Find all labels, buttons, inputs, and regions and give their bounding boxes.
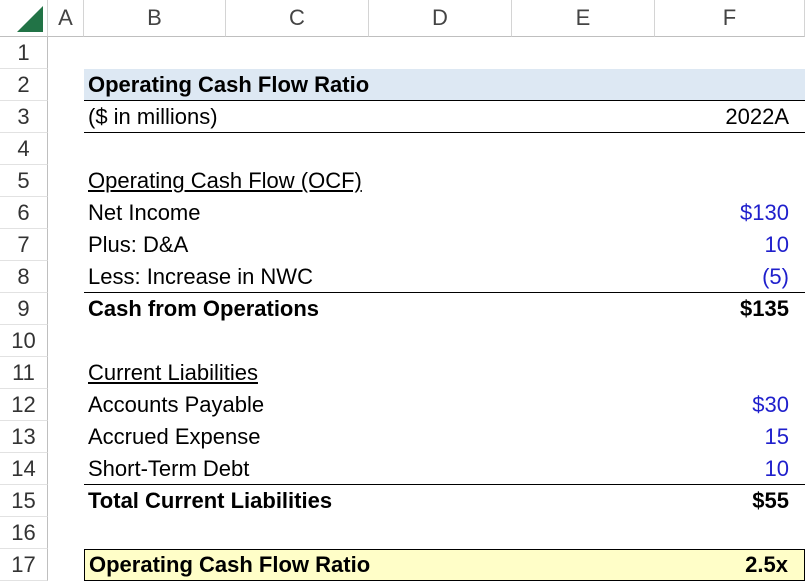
row-header-8[interactable]: 8 bbox=[0, 261, 48, 293]
row-header-13[interactable]: 13 bbox=[0, 421, 48, 453]
row-header-3[interactable]: 3 bbox=[0, 101, 48, 133]
accrued-value-cell[interactable]: 15 bbox=[655, 421, 805, 453]
column-header-e[interactable]: E bbox=[512, 0, 655, 37]
ap-label-cell[interactable]: Accounts Payable bbox=[84, 389, 512, 421]
row-header-10[interactable]: 10 bbox=[0, 325, 48, 357]
nwc-filler bbox=[512, 261, 655, 293]
std-value-cell[interactable]: 10 bbox=[655, 453, 805, 485]
std-label-cell[interactable]: Short-Term Debt bbox=[84, 453, 512, 485]
title-band-filler bbox=[512, 69, 655, 101]
select-all-triangle-icon bbox=[17, 6, 43, 32]
total-liabilities-label-cell[interactable]: Total Current Liabilities bbox=[84, 485, 512, 517]
units-filler bbox=[512, 101, 655, 133]
ratio-label-cell[interactable]: Operating Cash Flow Ratio bbox=[84, 549, 512, 581]
row-header-12[interactable]: 12 bbox=[0, 389, 48, 421]
column-header-b[interactable]: B bbox=[84, 0, 226, 37]
liabilities-header-cell[interactable]: Current Liabilities bbox=[84, 357, 512, 389]
da-label-cell[interactable]: Plus: D&A bbox=[84, 229, 512, 261]
column-header-d[interactable]: D bbox=[369, 0, 512, 37]
liabilities-header-text: Current Liabilities bbox=[88, 360, 258, 385]
units-cell[interactable]: ($ in millions) bbox=[84, 101, 512, 133]
nwc-value-cell[interactable]: (5) bbox=[655, 261, 805, 293]
row-header-9[interactable]: 9 bbox=[0, 293, 48, 325]
spreadsheet-grid[interactable]: A B C D E F 1 2 Operating Cash Flow Rati… bbox=[0, 0, 805, 588]
row-header-16[interactable]: 16 bbox=[0, 517, 48, 549]
select-all-corner[interactable] bbox=[0, 0, 48, 37]
row-header-14[interactable]: 14 bbox=[0, 453, 48, 485]
row-header-17[interactable]: 17 bbox=[0, 549, 48, 581]
row-header-15[interactable]: 15 bbox=[0, 485, 48, 517]
row-header-11[interactable]: 11 bbox=[0, 357, 48, 389]
year-cell[interactable]: 2022A bbox=[655, 101, 805, 133]
row-header-2[interactable]: 2 bbox=[0, 69, 48, 101]
row-header-1[interactable]: 1 bbox=[0, 37, 48, 69]
accrued-label-cell[interactable]: Accrued Expense bbox=[84, 421, 512, 453]
ratio-filler bbox=[512, 549, 655, 581]
nwc-label-cell[interactable]: Less: Increase in NWC bbox=[84, 261, 512, 293]
ocf-header-text: Operating Cash Flow (OCF) bbox=[88, 168, 362, 193]
title-band-end bbox=[655, 69, 805, 101]
ratio-value-cell[interactable]: 2.5x bbox=[655, 549, 805, 581]
da-value-cell[interactable]: 10 bbox=[655, 229, 805, 261]
cfo-label-cell[interactable]: Cash from Operations bbox=[84, 293, 512, 325]
ap-value-cell[interactable]: $30 bbox=[655, 389, 805, 421]
sheet-title-cell[interactable]: Operating Cash Flow Ratio bbox=[84, 69, 512, 101]
row-header-5[interactable]: 5 bbox=[0, 165, 48, 197]
ocf-header-cell[interactable]: Operating Cash Flow (OCF) bbox=[84, 165, 512, 197]
net-income-label-cell[interactable]: Net Income bbox=[84, 197, 512, 229]
row-header-7[interactable]: 7 bbox=[0, 229, 48, 261]
column-header-f[interactable]: F bbox=[655, 0, 805, 37]
std-filler bbox=[512, 453, 655, 485]
column-header-c[interactable]: C bbox=[226, 0, 369, 37]
net-income-value-cell[interactable]: $130 bbox=[655, 197, 805, 229]
row-header-4[interactable]: 4 bbox=[0, 133, 48, 165]
column-header-a[interactable]: A bbox=[48, 0, 84, 37]
total-liabilities-value-cell[interactable]: $55 bbox=[655, 485, 805, 517]
row-header-6[interactable]: 6 bbox=[0, 197, 48, 229]
cfo-value-cell[interactable]: $135 bbox=[655, 293, 805, 325]
